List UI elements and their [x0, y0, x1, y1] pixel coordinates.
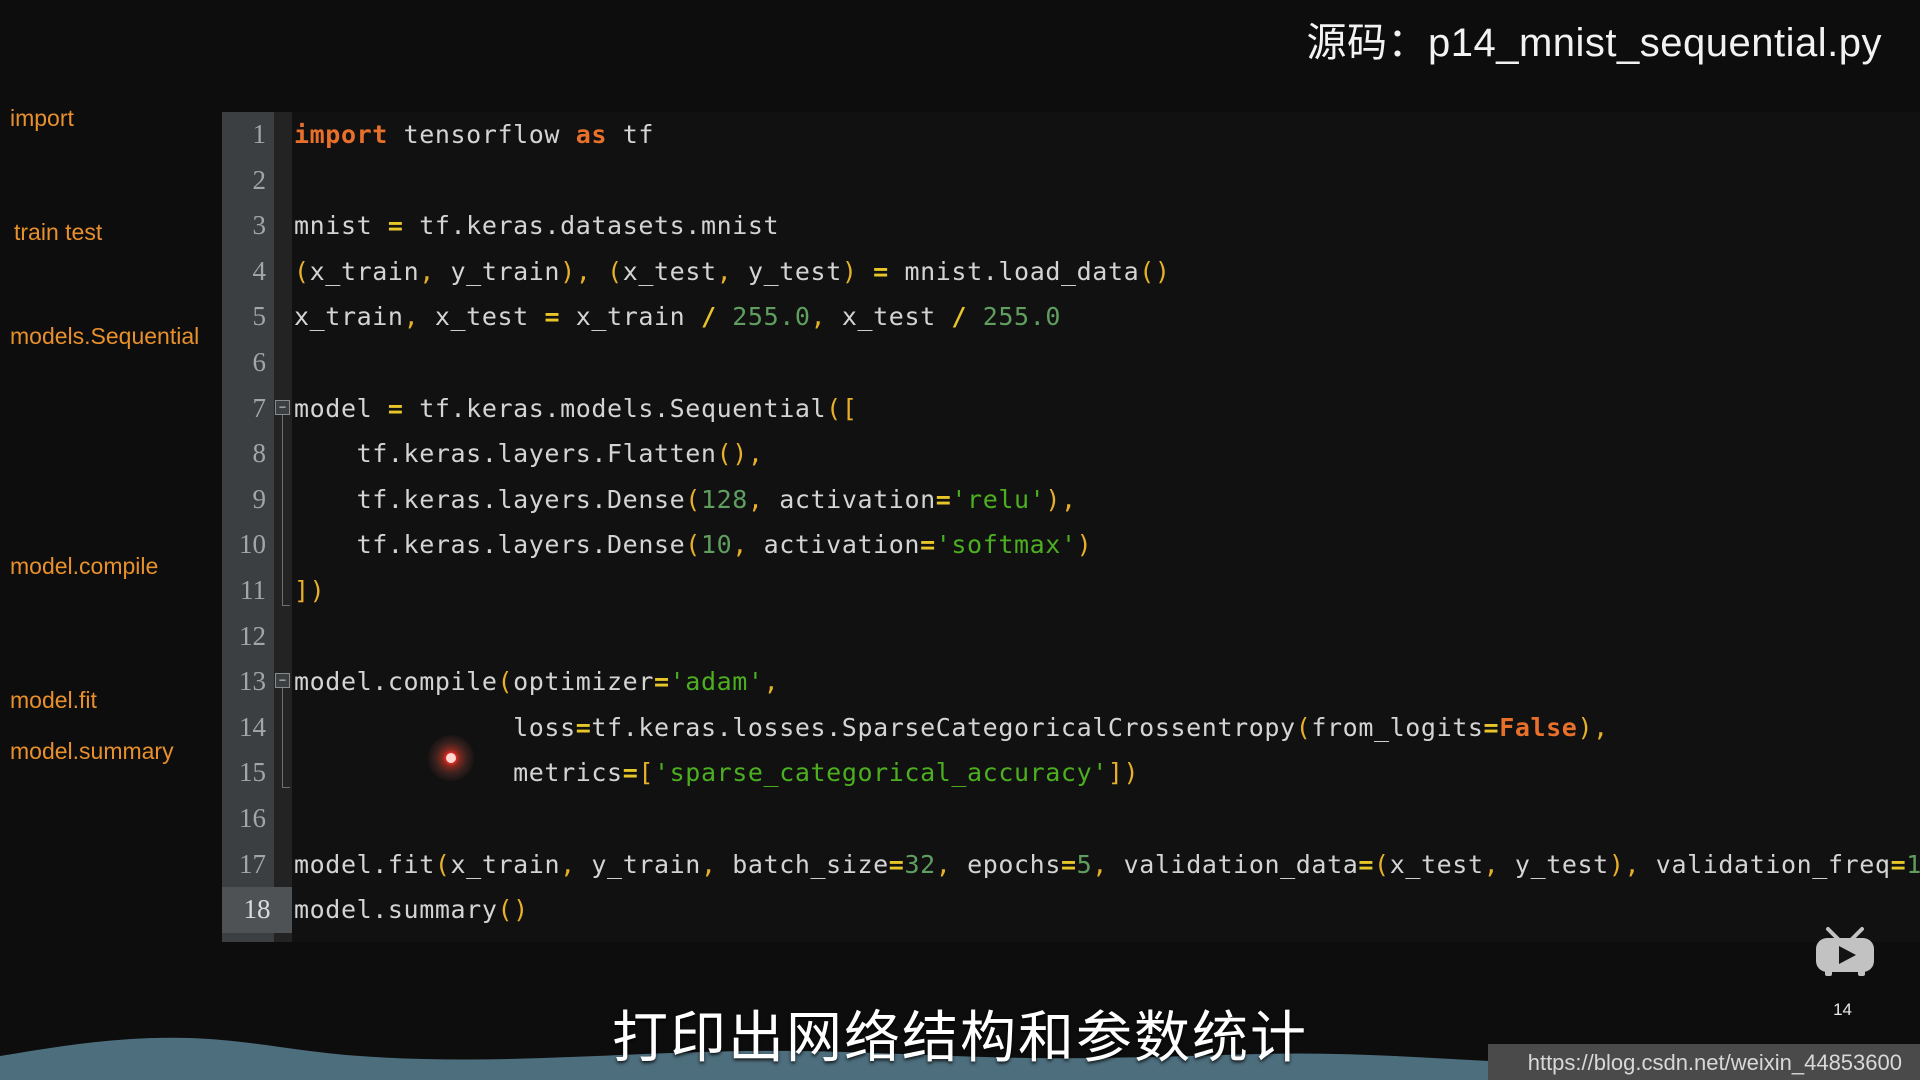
code-line[interactable]: 13 model.compile(optimizer='adam',	[222, 659, 1920, 705]
line-number: 15	[239, 757, 266, 788]
code-fold-range-line	[282, 688, 283, 788]
code-line[interactable]: 4 (x_train, y_train), (x_test, y_test) = …	[222, 249, 1920, 295]
code-editor[interactable]: 1 import tensorflow as tf 2 3 mnist = tf.ker…	[222, 112, 1920, 942]
code-line[interactable]: 15 metrics=['sparse_categorical_accuracy…	[222, 750, 1920, 796]
line-number: 13	[239, 666, 266, 697]
line-number: 8	[252, 438, 267, 469]
code-line[interactable]: 16	[222, 796, 1920, 842]
line-number: 4	[252, 255, 267, 286]
code-line-text: model.fit(x_train, y_train, batch_size=3…	[294, 849, 1920, 879]
line-number: 17	[239, 848, 266, 879]
code-line[interactable]: 10 tf.keras.layers.Dense(10, activation=…	[222, 522, 1920, 568]
code-line[interactable]: 12	[222, 614, 1920, 660]
code-line[interactable]: 18 model.summary()	[222, 887, 1920, 933]
line-number: 2	[252, 164, 267, 195]
code-line[interactable]: 11])	[222, 568, 1920, 614]
code-line-text: loss=tf.keras.losses.SparseCategoricalCr…	[294, 712, 1609, 742]
annotation-label: import	[10, 105, 74, 131]
code-fold-range-end	[282, 787, 290, 789]
code-line-text: import tensorflow as tf	[294, 120, 655, 149]
code-line-text: mnist = tf.keras.datasets.mnist	[294, 211, 780, 241]
code-line[interactable]: 7 model = tf.keras.models.Sequential([	[222, 386, 1920, 432]
code-line-text: tf.keras.layers.Dense(128, activation='r…	[294, 484, 1077, 514]
line-number: 7	[252, 392, 267, 423]
annotation-label: model.compile	[10, 553, 159, 579]
line-number: 5	[252, 301, 267, 332]
code-line-text: model.compile(optimizer='adam',	[294, 667, 780, 697]
code-line-text: ])	[294, 576, 326, 605]
line-number: 14	[239, 711, 266, 742]
line-number: 6	[252, 347, 267, 377]
line-number: 10	[239, 529, 266, 560]
line-number: 1	[252, 119, 267, 149]
code-line[interactable]: 17 model.fit(x_train, y_train, batch_size…	[222, 842, 1920, 888]
line-number: 18	[222, 887, 292, 933]
line-number: 9	[252, 483, 267, 514]
code-line[interactable]: 1 import tensorflow as tf	[222, 112, 1920, 158]
code-fold-range-line	[282, 414, 283, 605]
code-line[interactable]: 3 mnist = tf.keras.datasets.mnist	[222, 203, 1920, 249]
code-line-text: tf.keras.layers.Flatten(),	[294, 439, 764, 469]
code-line[interactable]: 8 tf.keras.layers.Flatten(),	[222, 431, 1920, 477]
code-line-text: (x_train, y_train), (x_test, y_test) = m…	[294, 256, 1171, 286]
code-line-text: tf.keras.layers.Dense(10, activation='so…	[294, 530, 1093, 560]
page-title: 源码：p14_mnist_sequential.py	[1306, 21, 1882, 65]
bilibili-tv-logo-icon	[1816, 927, 1874, 976]
annotation-label: models.Sequential	[10, 323, 200, 349]
subtitle-caption: 打印出网络结构和参数统计	[612, 1006, 1308, 1069]
code-fold-toggle-icon[interactable]: −	[275, 673, 290, 689]
annotation-label: train test	[14, 219, 103, 245]
code-fold-range-end	[282, 605, 290, 606]
code-line[interactable]: 6	[222, 340, 1920, 386]
annotation-column: import train test models.Sequential model.c…	[0, 0, 222, 1080]
code-line[interactable]: 14 loss=tf.keras.losses.SparseCategorica…	[222, 705, 1920, 751]
code-line-text: x_train, x_test = x_train / 255.0, x_tes…	[294, 302, 1061, 332]
line-number: 16	[239, 803, 266, 833]
mouse-cursor-highlight	[428, 735, 474, 781]
code-line-text: model.summary()	[294, 895, 529, 925]
line-number: 3	[252, 210, 267, 241]
annotation-label: model.summary	[10, 738, 174, 764]
code-line-text: model = tf.keras.models.Sequential([	[294, 393, 858, 423]
code-line-text: metrics=['sparse_categorical_accuracy'])	[513, 758, 1140, 788]
code-line[interactable]: 9 tf.keras.layers.Dense(128, activation=…	[222, 477, 1920, 523]
line-number: 11	[240, 575, 266, 605]
code-fold-toggle-icon[interactable]: −	[275, 399, 290, 415]
annotation-label: model.fit	[10, 687, 97, 713]
code-line[interactable]: 5 x_train, x_test = x_train / 255.0, x_te…	[222, 294, 1920, 340]
code-line[interactable]: 2	[222, 158, 1920, 204]
line-number: 12	[239, 620, 266, 651]
